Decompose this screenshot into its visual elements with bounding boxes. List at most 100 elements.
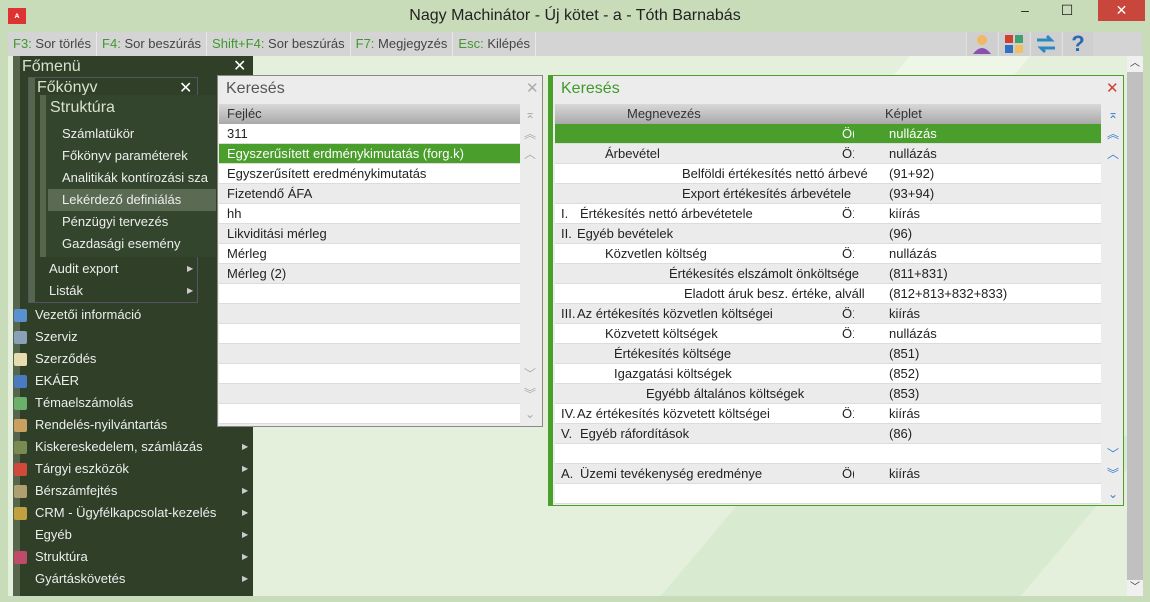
struktura-menu-item[interactable]: Analitikák kontírozási sza: [48, 167, 216, 189]
scroll-up-icon[interactable]: ︿: [521, 144, 539, 164]
maximize-button[interactable]: ☐: [1052, 0, 1082, 21]
shortcut-label: Kilépés: [483, 36, 530, 51]
scroll-top-icon[interactable]: ⌅: [1104, 104, 1122, 124]
scroll-bottom-icon[interactable]: ⌄: [521, 404, 539, 424]
table-row[interactable]: V. Egyéb ráfordítások (86): [555, 424, 1101, 444]
main-menu-item[interactable]: Tárgyi eszközök: [35, 458, 129, 480]
list-item[interactable]: Fizetendő ÁFA: [219, 184, 520, 204]
scroll-up-icon[interactable]: ︿: [1104, 144, 1122, 164]
list-item[interactable]: [219, 344, 520, 364]
main-menu-close-icon[interactable]: ✕: [233, 56, 246, 76]
table-row[interactable]: III.Az értékesítés közvetlen költségei Ö1…: [555, 304, 1101, 324]
table-row[interactable]: Egyébb általános költségek (853): [555, 384, 1101, 404]
row-name: Egyébb általános költségek: [646, 386, 805, 401]
table-row[interactable]: Igazgatási költségek (852): [555, 364, 1101, 384]
shortcut-label: Sor törlés: [31, 36, 92, 51]
main-menu-item[interactable]: EKÁER: [35, 370, 79, 392]
help-icon[interactable]: ?: [1062, 31, 1093, 56]
page-up-icon[interactable]: ︽: [1104, 124, 1122, 144]
main-menu-item[interactable]: Rendelés-nyilvántartás: [35, 414, 167, 436]
main-menu-item[interactable]: CRM - Ügyfélkapcsolat-kezelés: [35, 502, 216, 524]
main-menu-item[interactable]: Vezetői információ: [35, 304, 141, 326]
search-panel-left-close-icon[interactable]: ✕: [526, 79, 539, 97]
scroll-down-icon[interactable]: ﹀: [521, 364, 539, 384]
vertical-scrollbar[interactable]: ︿ ﹀: [1127, 56, 1143, 596]
tiles-icon[interactable]: [998, 32, 1029, 56]
shortcut-key: F7:: [355, 36, 375, 51]
toolbar-item[interactable]: F7: Megjegyzés: [351, 32, 454, 56]
toolbar-item[interactable]: Shift+F4: Sor beszúrás: [207, 32, 351, 56]
search-panel-right: Keresés ✕ Megnevezés Képlet Ö(nullázásÁr…: [548, 75, 1124, 506]
list-item[interactable]: [219, 324, 520, 344]
scroll-down-button[interactable]: ﹀: [1127, 580, 1143, 596]
page-up-icon[interactable]: ︽: [521, 124, 539, 144]
table-row[interactable]: Eladott áruk besz. értéke, alváll (812+81…: [555, 284, 1101, 304]
table-row[interactable]: Közvetett költségek Ö1 nullázás: [555, 324, 1101, 344]
minimize-button[interactable]: –: [1010, 0, 1040, 21]
table-row[interactable]: IV.Az értékesítés közvetett költségei Ö1 k…: [555, 404, 1101, 424]
row-name: Egyéb bevételek: [577, 226, 674, 241]
list-item[interactable]: [219, 304, 520, 324]
list-item[interactable]: [219, 384, 520, 404]
scroll-up-button[interactable]: ︿: [1127, 56, 1143, 72]
list-item[interactable]: Egyszerűsített erdménykimutatás (forg.k): [219, 144, 520, 164]
swap-icon[interactable]: [1030, 32, 1061, 56]
table-row[interactable]: II. Egyéb bevételek (96): [555, 224, 1101, 244]
struktura-menu-item[interactable]: Pénzügyi tervezés: [48, 211, 216, 233]
row-flag: Ö1: [842, 304, 854, 323]
asset-icon: [14, 463, 27, 476]
scroll-bottom-icon[interactable]: ⌄: [1104, 484, 1122, 504]
list-item[interactable]: [219, 404, 520, 424]
main-menu-item[interactable]: Szerződés: [35, 348, 96, 370]
main-menu-item[interactable]: Egyéb: [35, 524, 72, 546]
table-row[interactable]: Közvetlen költség Ö1 nullázás: [555, 244, 1101, 264]
table-row[interactable]: [555, 484, 1101, 504]
main-menu-item[interactable]: Kiskereskedelem, számlázás: [35, 436, 203, 458]
search-panel-right-close-icon[interactable]: ✕: [1106, 79, 1119, 97]
list-item[interactable]: Mérleg: [219, 244, 520, 264]
main-menu-item[interactable]: Bérszámfejtés: [35, 480, 117, 502]
table-row[interactable]: Értékesítés költsége (851): [555, 344, 1101, 364]
row-name: Eladott áruk besz. értéke, alváll: [684, 286, 865, 301]
table-row[interactable]: Belföldi értékesítés nettó árbevé (91+92): [555, 164, 1101, 184]
list-item[interactable]: Mérleg (2): [219, 264, 520, 284]
list-item[interactable]: Likviditási mérleg: [219, 224, 520, 244]
toolbar-item[interactable]: F3: Sor törlés: [8, 32, 98, 56]
table-row[interactable]: [555, 444, 1101, 464]
fokonyv-menu-item[interactable]: Listák: [49, 280, 83, 302]
list-item[interactable]: [219, 364, 520, 384]
search-panel-right-title: Keresés: [561, 80, 620, 97]
main-menu-item[interactable]: Struktúra: [35, 546, 88, 568]
struktura-menu-item[interactable]: Gazdasági esemény: [48, 233, 216, 255]
table-row[interactable]: I. Értékesítés nettó árbevétetele Ö1 kiírás: [555, 204, 1101, 224]
toolbar-item[interactable]: F4: Sor beszúrás: [97, 32, 208, 56]
list-item[interactable]: [219, 284, 520, 304]
table-row[interactable]: Árbevétel Ö1 nullázás: [555, 144, 1101, 164]
table-row[interactable]: Ö(nullázás: [555, 124, 1101, 144]
column-header-keplet[interactable]: Képlet: [885, 104, 922, 124]
table-row[interactable]: Értékesítés elszámolt önköltsége (811+831…: [555, 264, 1101, 284]
main-menu-item[interactable]: Témaelszámolás: [35, 392, 133, 414]
struktura-menu-item[interactable]: Főkönyv paraméterek: [48, 145, 216, 167]
close-window-button[interactable]: ✕: [1098, 0, 1145, 21]
table-row[interactable]: Export értékesítés árbevétele (93+94): [555, 184, 1101, 204]
row-formula: kiírás: [889, 406, 921, 421]
table-row[interactable]: A. Üzemi tevékenység eredménye Ö(kiírás: [555, 464, 1101, 484]
main-menu-item[interactable]: Gyártáskövetés: [35, 568, 125, 590]
list-item[interactable]: 311: [219, 124, 520, 144]
scroll-top-icon[interactable]: ⌅: [521, 104, 539, 124]
toolbar-item[interactable]: Esc: Kilépés: [453, 32, 536, 56]
struktura-menu-item[interactable]: Lekérdező definiálás: [48, 189, 216, 211]
page-down-icon[interactable]: ︾: [521, 384, 539, 404]
scroll-down-icon[interactable]: ﹀: [1104, 444, 1122, 464]
column-header-megnevezes[interactable]: Megnevezés: [627, 104, 701, 124]
column-header-fejlec[interactable]: Fejléc: [219, 104, 520, 124]
struktura-menu-item[interactable]: Számlatükör: [48, 123, 216, 145]
main-menu-item[interactable]: Szerviz: [35, 326, 78, 348]
fokonyv-menu-item[interactable]: Audit export: [49, 258, 118, 280]
list-item[interactable]: Egyszerűsített eredménykimutatás: [219, 164, 520, 184]
list-item[interactable]: hh: [219, 204, 520, 224]
user-icon[interactable]: [966, 32, 997, 56]
row-formula: kiírás: [889, 466, 921, 481]
page-down-icon[interactable]: ︾: [1104, 464, 1122, 484]
